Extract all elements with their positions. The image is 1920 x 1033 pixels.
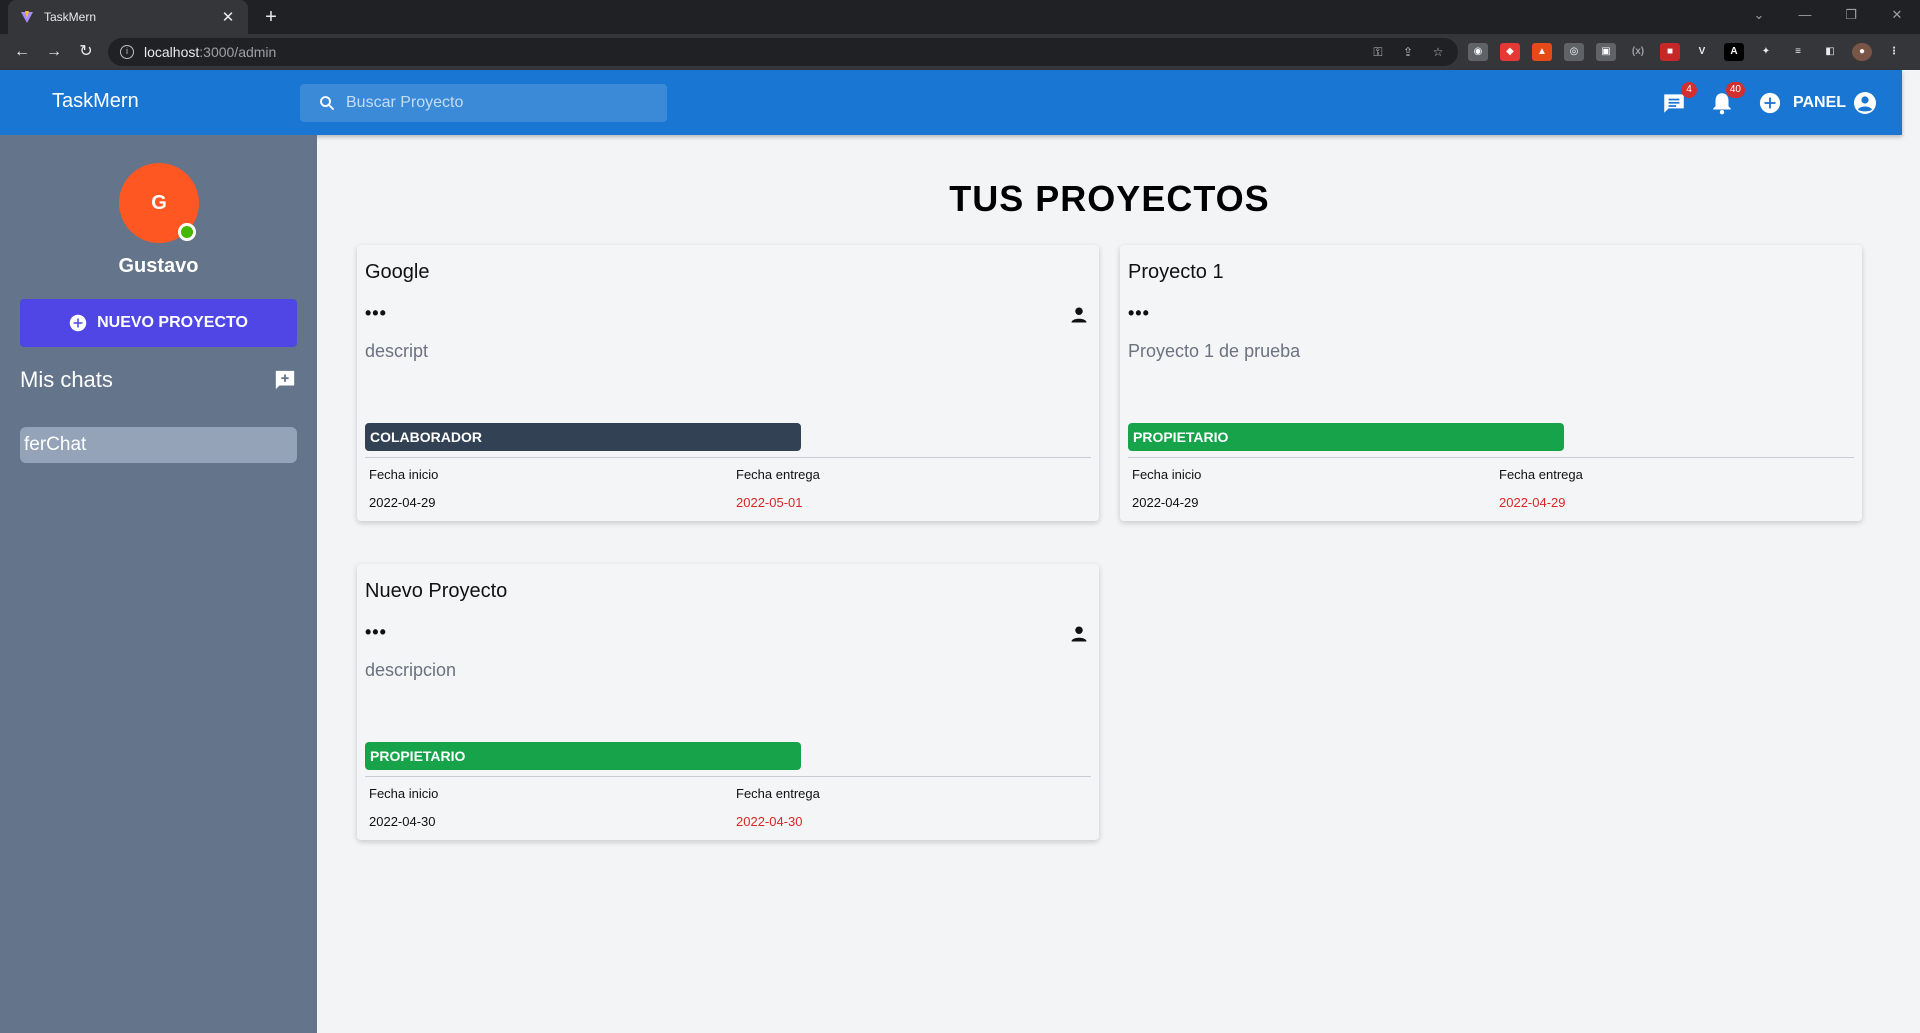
account-circle-icon[interactable] <box>1853 91 1877 115</box>
site-info-icon[interactable]: i <box>120 45 134 59</box>
person-icon <box>1071 307 1087 323</box>
extension-vue-icon[interactable]: V <box>1692 43 1712 61</box>
project-card[interactable]: Google ••• descript COLABORADOR Fecha in… <box>357 245 1099 521</box>
app-header: TaskMern 4 40 PANEL <box>0 70 1902 135</box>
start-date-value: 2022-04-29 <box>369 495 436 510</box>
close-tab-icon[interactable]: ✕ <box>220 8 236 26</box>
extension-a-icon[interactable]: A <box>1724 43 1744 61</box>
profile-avatar-icon[interactable]: ● <box>1852 43 1872 61</box>
username: Gustavo <box>118 255 199 277</box>
card-divider <box>365 776 1091 777</box>
due-date-label: Fecha entrega <box>736 786 820 801</box>
card-divider <box>365 457 1091 458</box>
browser-toolbar: ← → ↻ i localhost:3000/admin ⚿ ⇪ ☆ ◉ ◆ ▲… <box>0 34 1920 70</box>
forward-icon[interactable]: → <box>42 40 66 64</box>
project-description: descript <box>365 341 429 361</box>
tab-search-icon[interactable]: ⌄ <box>1736 0 1782 30</box>
person-icon <box>1071 626 1087 642</box>
back-icon[interactable]: ← <box>10 40 34 64</box>
extension-red-icon[interactable]: ▲ <box>1532 43 1552 61</box>
extension-cat-icon[interactable]: ◉ <box>1468 43 1488 61</box>
chat-item[interactable]: ferChat <box>20 427 297 463</box>
online-status-icon <box>178 223 196 241</box>
vite-logo-icon <box>21 11 33 23</box>
side-panel-icon[interactable]: ◧ <box>1820 43 1840 61</box>
reload-icon[interactable]: ↻ <box>74 40 98 64</box>
project-card[interactable]: Proyecto 1 ••• Proyecto 1 de prueba PROP… <box>1120 245 1862 521</box>
search-box[interactable] <box>300 84 667 122</box>
project-name: Proyecto 1 <box>1128 261 1224 283</box>
due-date-value: 2022-04-30 <box>736 814 803 829</box>
role-badge: COLABORADOR <box>365 423 801 451</box>
due-date-value: 2022-05-01 <box>736 495 803 510</box>
extension-parens-icon[interactable]: (x) <box>1628 43 1648 61</box>
project-menu-icon[interactable]: ••• <box>1128 303 1150 324</box>
url-host: localhost <box>144 44 200 60</box>
new-project-button[interactable]: NUEVO PROYECTO <box>20 299 297 347</box>
due-date-value: 2022-04-29 <box>1499 495 1566 510</box>
project-card[interactable]: Nuevo Proyecto ••• descripcion PROPIETAR… <box>357 564 1099 840</box>
add-chat-icon[interactable] <box>274 369 296 391</box>
bookmark-star-icon[interactable]: ☆ <box>1430 44 1446 60</box>
extensions-puzzle-icon[interactable]: ✦ <box>1756 43 1776 61</box>
extension-gamepad-icon[interactable]: ▣ <box>1596 43 1616 61</box>
share-icon[interactable]: ⇪ <box>1400 44 1416 60</box>
start-date-label: Fecha inicio <box>369 786 439 801</box>
minimize-icon[interactable]: — <box>1782 0 1828 30</box>
restore-icon[interactable]: ❐ <box>1828 0 1874 30</box>
browser-tab[interactable]: TaskMern ✕ <box>8 0 248 34</box>
panel-label: PANEL <box>1793 94 1847 111</box>
notifications-button[interactable]: 40 <box>1709 82 1745 116</box>
address-bar[interactable]: i localhost:3000/admin ⚿ ⇪ ☆ <box>108 38 1458 66</box>
url-path: :3000/admin <box>199 44 277 60</box>
browser-menu-icon[interactable]: ⋮ <box>1884 43 1904 61</box>
key-icon[interactable]: ⚿ <box>1370 44 1386 60</box>
browser-tabstrip: TaskMern ✕ + ⌄ — ❐ ✕ <box>0 0 1920 34</box>
new-project-label: NUEVO PROYECTO <box>97 314 248 331</box>
due-date-label: Fecha entrega <box>736 467 820 482</box>
add-circle-icon <box>1759 92 1781 114</box>
reading-list-icon[interactable]: ≡ <box>1788 43 1808 61</box>
page-title: TUS PROYECTOS <box>949 178 1270 219</box>
chats-title: Mis chats <box>20 367 113 392</box>
tab-title: TaskMern <box>44 10 97 24</box>
project-description: descripcion <box>365 660 457 680</box>
due-date-label: Fecha entrega <box>1499 467 1583 482</box>
sidebar: G Gustavo NUEVO PROYECTO Mis chats ferCh… <box>0 135 317 1033</box>
add-circle-icon <box>69 314 87 332</box>
brand-logo[interactable]: TaskMern <box>52 90 139 113</box>
project-description: Proyecto 1 de prueba <box>1128 341 1301 361</box>
extension-target-icon[interactable]: ◎ <box>1564 43 1584 61</box>
start-date-label: Fecha inicio <box>369 467 439 482</box>
chat-badge: 4 <box>1681 82 1697 98</box>
panel-button[interactable]: PANEL <box>1759 92 1846 114</box>
start-date-value: 2022-04-29 <box>1132 495 1199 510</box>
extension-puzzle-red-icon[interactable]: ■ <box>1660 43 1680 61</box>
project-name: Google <box>365 261 430 283</box>
search-icon <box>320 96 334 110</box>
extension-shield-icon[interactable]: ◆ <box>1500 43 1520 61</box>
extensions-bar: ◉ ◆ ▲ ◎ ▣ (x) ■ V A ✦ ≡ ◧ ● ⋮ <box>1468 43 1904 61</box>
search-input[interactable] <box>346 94 646 112</box>
role-badge: PROPIETARIO <box>365 742 801 770</box>
role-badge: PROPIETARIO <box>1128 423 1564 451</box>
notifications-badge: 40 <box>1725 82 1745 98</box>
start-date-label: Fecha inicio <box>1132 467 1202 482</box>
project-menu-icon[interactable]: ••• <box>365 622 387 643</box>
card-divider <box>1128 457 1854 458</box>
chat-button[interactable]: 4 <box>1661 82 1697 116</box>
new-tab-icon[interactable]: + <box>258 4 284 30</box>
project-menu-icon[interactable]: ••• <box>365 303 387 324</box>
project-name: Nuevo Proyecto <box>365 580 508 602</box>
close-window-icon[interactable]: ✕ <box>1874 0 1920 30</box>
start-date-value: 2022-04-30 <box>369 814 436 829</box>
